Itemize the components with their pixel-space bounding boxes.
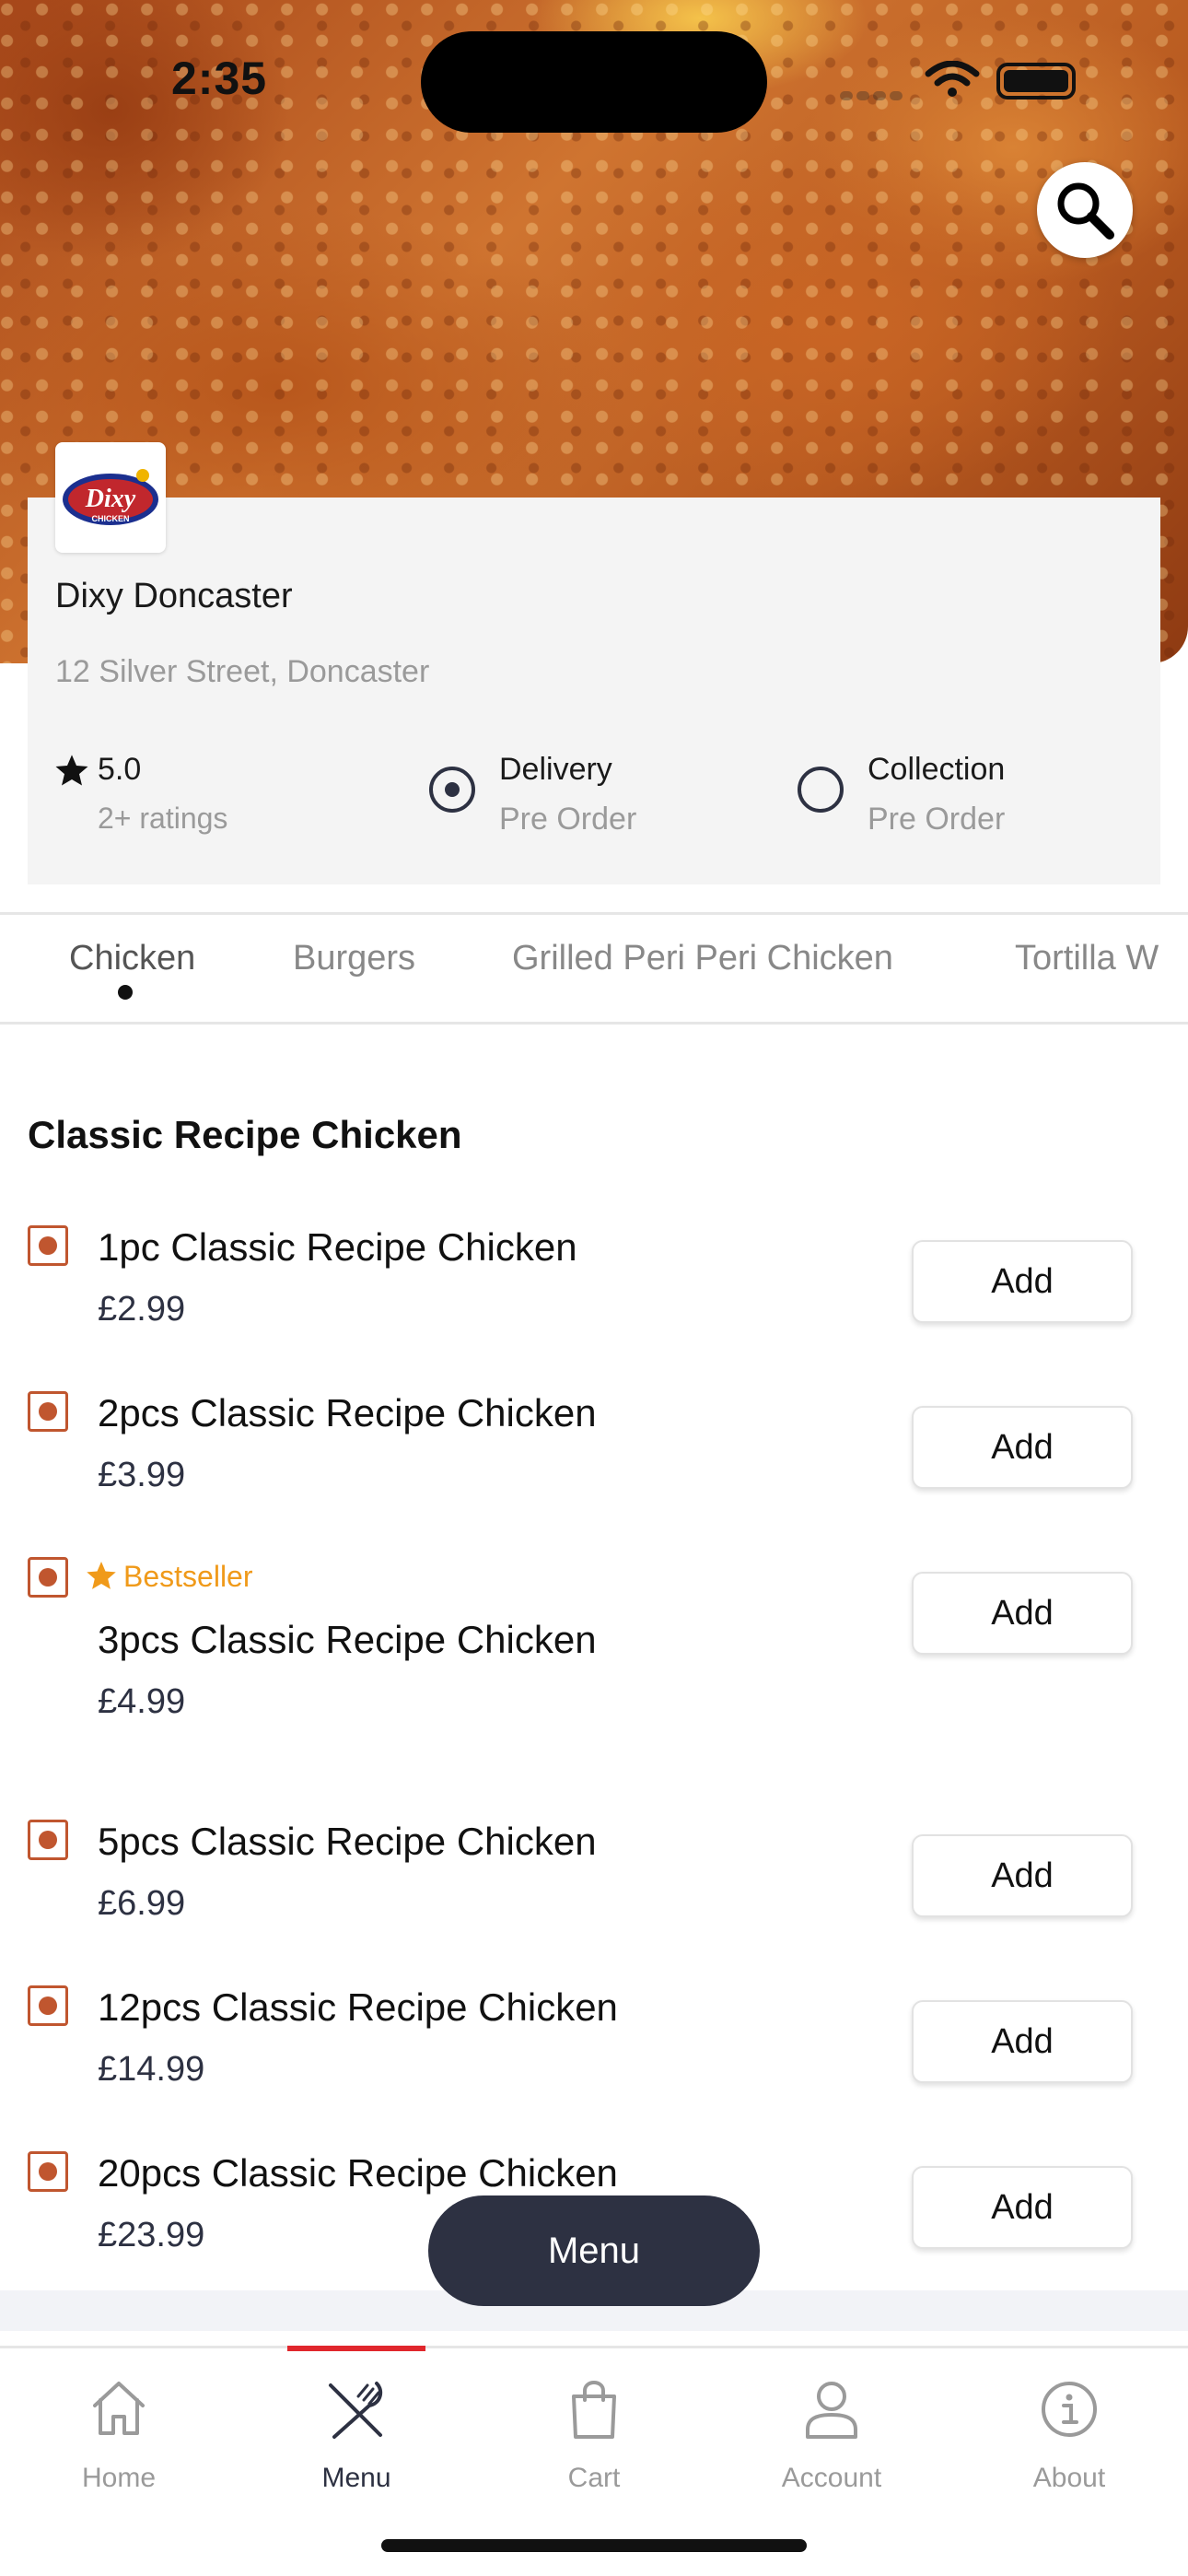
status-bar: 2:35 [0,0,1188,147]
tab-tortilla-wraps[interactable]: Tortilla W [1015,939,1159,978]
item-name: 20pcs Classic Recipe Chicken [98,2151,618,2195]
star-icon [55,755,88,786]
food-type-icon [28,1391,68,1432]
food-type-icon [28,1985,68,2026]
item-price: £3.99 [98,1456,186,1494]
info-icon [1042,2382,1097,2437]
nav-account[interactable]: Account [713,2348,950,2496]
store-address: 12 Silver Street, Doncaster [55,654,430,689]
tab-burgers[interactable]: Burgers [293,939,415,978]
status-time: 2:35 [171,53,268,104]
star-icon [87,1562,116,1589]
shopping-bag-icon [572,2381,616,2439]
active-tab-dot [118,985,133,1000]
item-name: 12pcs Classic Recipe Chicken [98,1985,618,2029]
add-button[interactable]: Add [912,1406,1133,1489]
item-name: 2pcs Classic Recipe Chicken [98,1391,597,1434]
collection-radio[interactable] [798,767,844,813]
rating-count: 2+ ratings [98,802,228,835]
menu-button[interactable]: Menu [428,2195,760,2306]
nav-home-label: Home [81,2463,157,2493]
rating-value: 5.0 [98,752,142,787]
search-icon [1057,182,1114,240]
food-type-icon [28,1225,68,1266]
battery-icon [996,63,1076,100]
item-name: 5pcs Classic Recipe Chicken [98,1820,597,1863]
nav-cart-label: Cart [567,2463,621,2493]
add-button[interactable]: Add [912,1572,1133,1655]
item-price: £23.99 [98,2216,205,2254]
collection-title: Collection [868,752,1006,787]
nav-cart[interactable]: Cart [475,2348,713,2496]
item-price: £2.99 [98,1290,186,1329]
logo-subtext: CHICKEN [91,514,129,523]
collection-subtitle: Pre Order [868,802,1006,837]
add-button[interactable]: Add [912,2166,1133,2249]
bestseller-badge: Bestseller [85,1559,253,1594]
user-icon [806,2382,857,2439]
dynamic-island [421,31,767,133]
add-button[interactable]: Add [912,1240,1133,1323]
wifi-icon [925,61,980,97]
nav-home[interactable]: Home [0,2348,238,2496]
item-price: £4.99 [98,1682,186,1721]
fork-knife-icon [329,2382,383,2439]
home-indicator [381,2539,807,2552]
add-button[interactable]: Add [912,1834,1133,1917]
nav-about-label: About [1032,2463,1106,2493]
nav-about[interactable]: About [950,2348,1188,2496]
nav-menu-label: Menu [321,2463,391,2493]
item-name: 3pcs Classic Recipe Chicken [98,1618,597,1661]
item-price: £6.99 [98,1884,186,1923]
home-icon [93,2382,145,2435]
cellular-signal-icon [840,88,923,100]
delivery-radio[interactable] [429,767,475,813]
bestseller-label: Bestseller [123,1560,253,1593]
section-title: Classic Recipe Chicken [28,1113,462,1156]
add-button[interactable]: Add [912,2000,1133,2083]
store-logo: Dixy CHICKEN [55,442,166,553]
active-nav-indicator [287,2346,425,2351]
logo-text: Dixy [85,485,136,513]
category-tabs: Chicken Burgers Grilled Peri Peri Chicke… [0,912,1188,1025]
search-button[interactable] [1037,162,1133,258]
store-info-card: Dixy CHICKEN Dixy Doncaster 12 Silver St… [28,442,1160,884]
item-name: 1pc Classic Recipe Chicken [98,1225,577,1269]
tab-grilled-peri-peri-chicken[interactable]: Grilled Peri Peri Chicken [512,939,893,978]
food-type-icon [28,1820,68,1860]
food-type-icon [28,2151,68,2192]
store-name: Dixy Doncaster [55,577,293,615]
delivery-title: Delivery [499,752,612,787]
item-price: £14.99 [98,2050,205,2089]
nav-menu[interactable]: Menu [238,2346,475,2496]
delivery-subtitle: Pre Order [499,802,637,837]
tab-chicken[interactable]: Chicken [69,939,195,978]
nav-account-label: Account [781,2463,882,2493]
food-type-icon [28,1557,68,1598]
